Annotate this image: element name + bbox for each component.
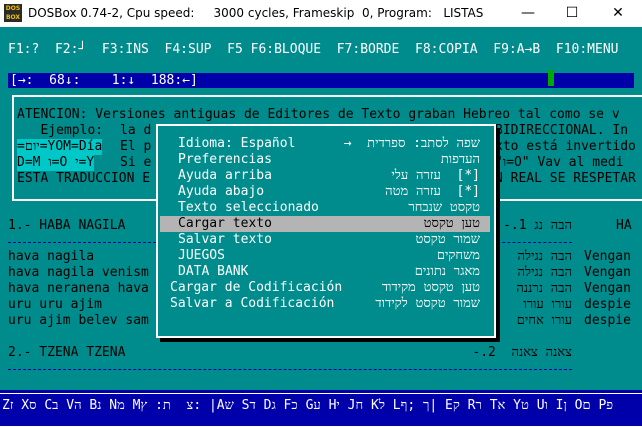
- info-line-3-right: xto está invertido: [495, 139, 636, 154]
- song-line: hava nagila venism: [8, 265, 149, 280]
- info-line-4-mid: Si e: [120, 155, 152, 170]
- menu-item-hebrew: [*] עזרה מטה: [385, 184, 480, 199]
- menu-item-hebrew: טען טקסט: [423, 216, 480, 231]
- song-2-title-hebrew: צאנה צאנה 2.-: [472, 345, 572, 360]
- status-bar: [→: 68↓: 1:↓ 188:←]: [8, 70, 634, 88]
- song-line-hebrew: עורו עורו: [523, 297, 572, 312]
- minimize-button[interactable]: —: [508, 0, 548, 27]
- divider: [8, 242, 156, 244]
- info-line-5-right: N REAL SE RESPETAR: [495, 171, 636, 186]
- menu-item-selected-text[interactable]: Texto seleccionado טקסט שנבחר: [160, 200, 490, 216]
- song-line-hebrew: עורו אחים: [516, 313, 572, 328]
- divider: [8, 369, 572, 371]
- dos-screen[interactable]: F1:? F2:┘ F3:INS F4:SUP F5 F6:BLOQUE F7:…: [0, 27, 642, 427]
- window-title: DOSBox 0.74-2, Cpu speed: 3000 cycles, F…: [28, 6, 484, 20]
- song-line-translation: Vengan: [584, 249, 631, 264]
- menu-item-hebrew: משחקים: [436, 248, 480, 263]
- song-line: uru ajim belev sam: [8, 313, 149, 328]
- info-line-2-mid: la d: [120, 123, 152, 138]
- app-icon-label: DOS BOX: [5, 5, 21, 21]
- menu-item-label: Ayuda arriba: [178, 168, 272, 183]
- info-example-letters: D=M ו=O י=Y: [17, 155, 95, 171]
- song-line-hebrew: הבה נגילה: [517, 249, 572, 264]
- dosbox-app-icon: DOS BOX: [4, 4, 22, 22]
- menu-item-hebrew: שמור טקסט לקידוד: [375, 296, 480, 311]
- menu-item-label: Texto seleccionado: [178, 200, 319, 215]
- song-line: hava nagila: [8, 249, 95, 264]
- keyboard-map-bar: Zז Xס Cב Vה Bנ Nמ Mצ ת: ץ: |Aש Sד Dג Fכ …: [0, 390, 642, 427]
- menu-item-hebrew: שפה לסתב: ספרדית →: [343, 136, 480, 151]
- cursor-status: [→: 68↓: 1:↓ 188:←]: [10, 73, 198, 88]
- menu-item-help-top[interactable]: Ayuda arriba [*] עזרה עלי: [160, 168, 490, 184]
- cursor-marker: [548, 70, 554, 86]
- menu-item-load-encoding[interactable]: Cargar de Codificación טען טקסט מקידוד: [160, 280, 490, 296]
- info-line-1: ATENCION: Versiones antiguas de Editores…: [17, 107, 620, 122]
- menu-item-save-encoding[interactable]: Salvar a Codificación שמור טקסט לקידוד: [160, 296, 490, 312]
- menu-item-label: Preferencias: [178, 152, 272, 167]
- menu-item-hebrew: מאגר נתונים: [414, 264, 480, 279]
- close-button[interactable]: ✕: [598, 0, 638, 27]
- info-line-3-mid: El p: [120, 139, 152, 154]
- menu-item-label: Salvar texto: [178, 232, 272, 247]
- divider: [492, 242, 572, 244]
- song-line-hebrew: הבה נרננה: [516, 281, 572, 296]
- menu-item-help-bottom[interactable]: Ayuda abajo [*] עזרה מטה: [160, 184, 490, 200]
- menu-item-label: JUEGOS: [178, 248, 225, 263]
- menu-item-data-bank[interactable]: DATA BANK מאגר נתונים: [160, 264, 490, 280]
- menu-item-label: DATA BANK: [178, 264, 249, 279]
- info-example-label: Ejemplo:: [17, 123, 104, 138]
- menu-item-load-text[interactable]: Cargar texto טען טקסט: [160, 216, 490, 232]
- main-menu-popup: Idioma: Español שפה לסתב: ספרדית → Prefer…: [156, 124, 496, 338]
- menu-item-language[interactable]: Idioma: Español שפה לסתב: ספרדית →: [160, 136, 490, 152]
- keyboard-map: Zז Xס Cב Vה Bנ Nמ Mצ ת: ץ: |Aש Sד Dג Fכ …: [2, 398, 614, 413]
- dosbox-window: DOS BOX DOSBox 0.74-2, Cpu speed: 3000 c…: [0, 0, 642, 427]
- info-line-2-right: BIDIRECCIONAL. In: [495, 123, 629, 138]
- menu-item-hebrew: טען טקסט מקידוד: [381, 280, 480, 295]
- song-line: hava neranena hava: [8, 281, 149, 296]
- menu-item-label: Cargar texto: [178, 216, 272, 231]
- info-line-4-right: "ו=O" Vav al medi: [495, 155, 624, 170]
- song-line: uru uru ajim: [8, 297, 102, 312]
- song-line-hebrew: הבה נגילה: [517, 265, 572, 280]
- function-key-bar[interactable]: F1:? F2:┘ F3:INS F4:SUP F5 F6:BLOQUE F7:…: [8, 42, 618, 58]
- maximize-button[interactable]: ☐: [552, 0, 592, 27]
- menu-item-label: Idioma: Español: [178, 136, 296, 151]
- song-line-translation: despie: [584, 297, 631, 312]
- menu-item-preferences[interactable]: Preferencias העדפות: [160, 152, 490, 168]
- song-1-title: 1.- HABA NAGILA: [8, 218, 126, 233]
- song-1-title-translation: HA: [616, 218, 632, 233]
- info-example-yom: =יום=YOM=Día: [17, 139, 103, 155]
- song-line-translation: despie: [584, 313, 631, 328]
- menu-item-label: Ayuda abajo: [178, 184, 265, 199]
- menu-item-label: Salvar a Codificación: [170, 296, 335, 311]
- menu-item-hebrew: [*] עזרה עלי: [391, 168, 480, 183]
- menu-item-hebrew: שמור טקסט: [415, 232, 480, 247]
- song-2-title: 2.- TZENA TZENA: [8, 345, 126, 360]
- title-bar[interactable]: DOS BOX DOSBox 0.74-2, Cpu speed: 3000 c…: [0, 0, 642, 27]
- menu-item-save-text[interactable]: Salvar texto שמור טקסט: [160, 232, 490, 248]
- menu-item-hebrew: העדפות: [440, 152, 480, 167]
- menu-item-label: Cargar de Codificación: [170, 280, 343, 295]
- song-line-translation: Vengan: [584, 281, 631, 296]
- info-line-5-left: ESTA TRADUCCION E: [17, 171, 151, 186]
- song-line-translation: Vengan: [584, 265, 631, 280]
- menu-item-hebrew: טקסט שנבחר: [408, 200, 480, 215]
- menu-item-games[interactable]: JUEGOS משחקים: [160, 248, 490, 264]
